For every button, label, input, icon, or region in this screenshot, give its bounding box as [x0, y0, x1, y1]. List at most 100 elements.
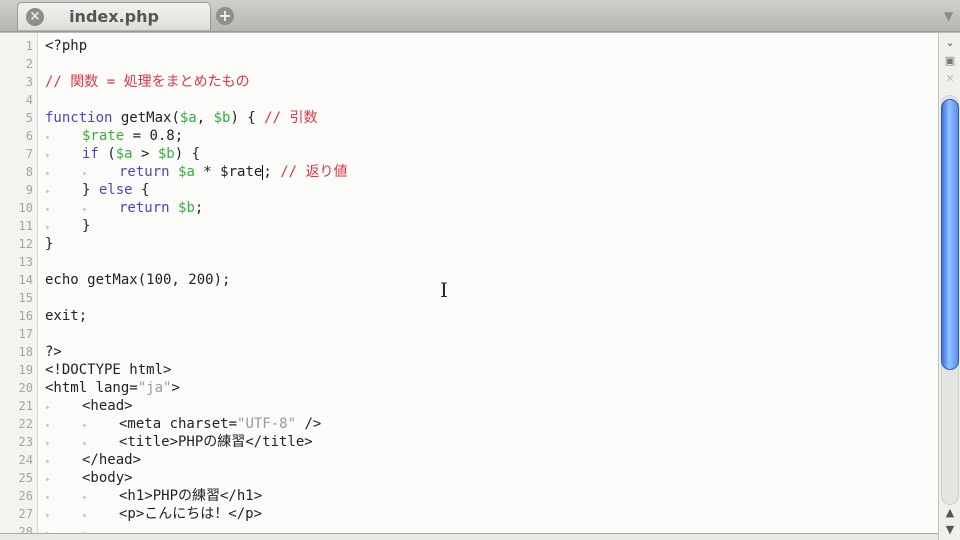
code-token: (: [98, 146, 116, 162]
code-line[interactable]: 14 echo getMax(100, 200);: [0, 271, 938, 289]
code-line[interactable]: 6 ▸ $rate = 0.8;: [0, 127, 938, 145]
code-token: }: [45, 236, 54, 252]
code-token: <h1>PHPの練習</h1>: [119, 488, 263, 504]
code-token: }: [82, 182, 99, 198]
scroll-thumb[interactable]: [941, 99, 959, 370]
code-line[interactable]: 13: [0, 253, 938, 271]
code-token: "ja": [137, 380, 172, 396]
code-text: function getMax($a, $b) { // 引数: [45, 109, 317, 127]
code-token: getMax(: [112, 110, 180, 126]
code-token: <?php: [45, 38, 88, 54]
code-token: $b: [157, 146, 175, 162]
code-line[interactable]: 8 ▸ ▸ return $a * $rate; // 返り値: [0, 163, 938, 181]
code-line[interactable]: 4: [0, 91, 938, 109]
code-line[interactable]: 18 ?>: [0, 343, 938, 361]
close-split-icon[interactable]: ✕: [940, 71, 960, 87]
code-token: $a: [179, 110, 197, 126]
line-number: 14: [18, 273, 33, 287]
code-token: "UTF-8": [237, 416, 297, 432]
tab-index-php[interactable]: × index.php: [17, 2, 211, 30]
collapse-chevron-icon[interactable]: ⌄: [940, 35, 960, 51]
code-line[interactable]: 19 <!DOCTYPE html>: [0, 361, 938, 379]
code-editor[interactable]: 1 <?php 2 3// 関数 = 処理をまとめたもの 4 5 function getM…: [0, 33, 938, 540]
line-number: 5: [25, 111, 33, 125]
line-number: 17: [18, 327, 33, 341]
code-line[interactable]: 10 ▸ ▸ return $b;: [0, 199, 938, 217]
code-text: ▸ ▸ return $b;: [45, 199, 203, 219]
code-text: <!DOCTYPE html>: [45, 361, 171, 379]
code-token: <title>PHPの練習</title>: [119, 434, 313, 450]
code-line[interactable]: 21 ▸ <head>: [0, 397, 938, 415]
code-line[interactable]: 23 ▸ ▸ <title>PHPの練習</title>: [0, 433, 938, 451]
line-number: 6: [25, 129, 33, 143]
code-line[interactable]: 5 function getMax($a, $b) { // 引数: [0, 109, 938, 127]
split-view-icon[interactable]: ▣: [940, 53, 960, 69]
line-number: 24: [18, 453, 33, 467]
code-token: ,: [196, 110, 214, 126]
add-tab-icon[interactable]: +: [216, 7, 234, 25]
vertical-scrollbar[interactable]: ⌄ ▣ ✕ ▲ ▼: [938, 33, 960, 540]
code-line[interactable]: 25 ▸ <body>: [0, 469, 938, 487]
code-token: $b: [178, 200, 195, 216]
code-token: }: [82, 218, 91, 234]
line-number: 15: [18, 291, 33, 305]
code-token: </head>: [82, 452, 142, 468]
line-number: 16: [18, 309, 33, 323]
code-line[interactable]: 7 ▸ if ($a > $b) {: [0, 145, 938, 163]
code-token: >: [171, 380, 180, 396]
code-line[interactable]: 17: [0, 325, 938, 343]
code-token: ?>: [45, 344, 62, 360]
code-token: exit;: [45, 308, 88, 324]
code-line[interactable]: 11 ▸}: [0, 217, 938, 235]
line-number: 9: [25, 183, 33, 197]
code-text: ▸ ▸ return $a * $rate; // 返り値: [45, 163, 347, 183]
scroll-down-arrow-icon[interactable]: ▼: [940, 522, 960, 538]
code-line[interactable]: 2: [0, 55, 938, 73]
tab-menu-chevron-icon[interactable]: ▼: [944, 9, 953, 23]
code-text: <?php: [45, 37, 87, 55]
code-line[interactable]: 15: [0, 289, 938, 307]
line-number: 19: [18, 363, 33, 377]
line-number: 23: [18, 435, 33, 449]
code-text: ▸ ▸ <h1>PHPの練習</h1>: [45, 487, 262, 507]
code-token: // 返り値: [280, 164, 348, 180]
code-token: $b: [213, 110, 231, 126]
code-token: >: [132, 146, 158, 162]
line-number: 20: [18, 381, 33, 395]
code-line[interactable]: 16 exit;: [0, 307, 938, 325]
text-cursor-ibeam-icon: I: [440, 278, 448, 302]
tab-bar: × index.php + ▼: [0, 0, 960, 32]
code-line[interactable]: 22 ▸ ▸ <meta charset="UTF-8" />: [0, 415, 938, 433]
code-text: ▸ if ($a > $b) {: [45, 145, 200, 165]
code-token: ;: [194, 200, 204, 216]
code-token: $rate: [220, 164, 263, 180]
code-line[interactable]: 9 ▸} else {: [0, 181, 938, 199]
code-line[interactable]: 27 ▸ ▸ <p>こんにちは！</p>: [0, 505, 938, 523]
code-line[interactable]: 3 // 関数 = 処理をまとめたもの: [0, 73, 938, 91]
code-line[interactable]: 24 ▸ </head>: [0, 451, 938, 469]
code-line[interactable]: 20 <html lang="ja">: [0, 379, 938, 397]
code-line[interactable]: 1 <?php: [0, 37, 938, 55]
code-line[interactable]: 12}: [0, 235, 938, 253]
code-token: <!DOCTYPE html>: [45, 362, 172, 378]
code-token: else: [98, 182, 133, 198]
line-number: 11: [18, 219, 33, 233]
line-number: 7: [25, 147, 33, 161]
code-token: $rate: [82, 128, 125, 144]
line-number: 22: [18, 417, 33, 431]
code-text: ▸ </head>: [45, 451, 141, 471]
code-token: {: [132, 182, 150, 198]
line-number: 2: [25, 57, 33, 71]
code-token: <p>こんにちは！</p>: [119, 506, 263, 522]
code-token: // 関数 = 処理をまとめたもの: [45, 74, 250, 90]
line-number: 1: [25, 39, 33, 53]
code-text: }: [45, 235, 53, 253]
tab-label: index.php: [69, 7, 159, 26]
code-text: ▸ ▸ <meta charset="UTF-8" />: [45, 415, 321, 435]
code-text: // 関数 = 処理をまとめたもの: [45, 73, 250, 91]
code-line[interactable]: 26 ▸ ▸ <h1>PHPの練習</h1>: [0, 487, 938, 505]
scroll-up-arrow-icon[interactable]: ▲: [940, 505, 960, 521]
line-number: 18: [18, 345, 33, 359]
code-text: ▸ $rate = 0.8;: [45, 127, 183, 147]
